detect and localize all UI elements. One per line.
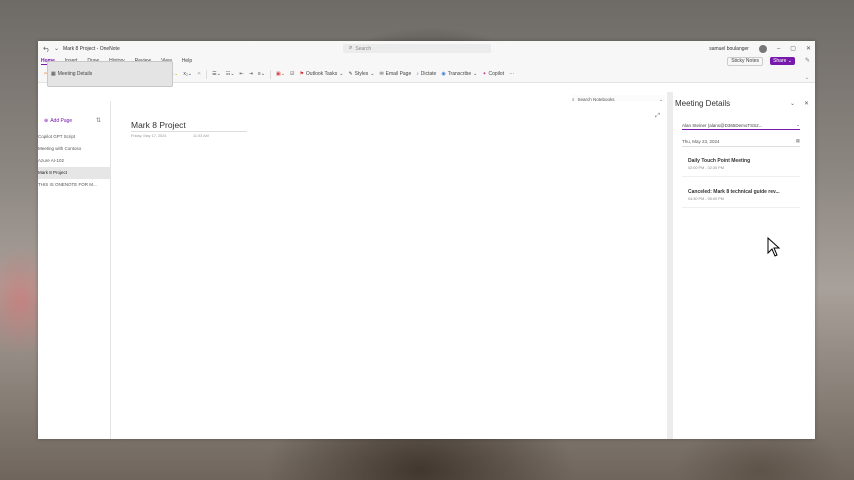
- styles-button[interactable]: ✎ Styles ⌄: [348, 71, 374, 77]
- pen-icon[interactable]: ✎: [805, 57, 810, 64]
- add-page-button[interactable]: ⊕ Add Page: [44, 118, 72, 124]
- add-page-label: Add Page: [50, 118, 73, 124]
- outlook-tasks-button[interactable]: ⚑ Outlook Tasks ⌄: [299, 71, 343, 77]
- minimize-icon[interactable]: –: [777, 46, 780, 52]
- avatar[interactable]: [758, 44, 767, 53]
- tab-help[interactable]: Help: [182, 58, 192, 64]
- content-area: ⊕ Add Page ⇅ Copilot GPT Script Meeting …: [38, 92, 815, 439]
- restore-icon[interactable]: ▢: [790, 45, 796, 52]
- expand-icon[interactable]: ⤢: [655, 113, 660, 120]
- tag-icon[interactable]: ▣⌄: [276, 71, 285, 77]
- copilot-label: Copilot: [488, 71, 505, 77]
- date-value: Thu, May 23, 2024: [682, 138, 720, 144]
- ribbon-divider: [270, 69, 272, 79]
- todo-icon[interactable]: ☑: [290, 71, 294, 77]
- copilot-button[interactable]: ✦ Copilot: [482, 71, 504, 77]
- meeting-time: 02:00 PM - 02:30 PM: [688, 166, 724, 170]
- subscript-icon[interactable]: x₂⌄: [183, 71, 192, 77]
- page-item-mark-8-project[interactable]: Mark 8 Project: [38, 167, 110, 179]
- attendee-select[interactable]: Alan Steiner (alans@D365DemoTSS2... ⌄: [682, 121, 800, 130]
- align-icon[interactable]: ≡⌄: [258, 71, 265, 77]
- clear-format-icon[interactable]: ✕: [197, 71, 201, 77]
- sticky-notes-label: Sticky Notes: [731, 58, 759, 64]
- transcribe-icon: ◉: [441, 71, 446, 77]
- calendar-icon: ▦: [795, 138, 800, 143]
- plus-icon: ⊕: [44, 118, 49, 124]
- more-options-button[interactable]: ···: [509, 71, 514, 77]
- page-item-onenote-for-m[interactable]: THIS IS ONENOTE FOR M...: [38, 179, 110, 191]
- page-item-meeting-with-contoso[interactable]: Meeting with Contoso: [38, 143, 110, 155]
- indent-icon[interactable]: ⇥: [249, 71, 253, 77]
- attendee-value: Alan Steiner (alans@D365DemoTSS2...: [682, 122, 763, 128]
- page-list-pane: ⊕ Add Page ⇅ Copilot GPT Script Meeting …: [38, 101, 111, 439]
- chevron-down-icon[interactable]: ⌄: [790, 100, 795, 107]
- collapse-ribbon-icon[interactable]: ⌄: [805, 75, 809, 81]
- quick-access-chevron-icon[interactable]: ⌄: [54, 45, 59, 52]
- meeting-details-panel: Meeting Details ⌄ ✕ Alan Steiner (alans@…: [673, 92, 815, 439]
- mouse-cursor-icon: [767, 236, 781, 262]
- page-canvas[interactable]: Mark 8 Project Friday, May 17, 2024 11:0…: [111, 101, 667, 439]
- outlook-tasks-label: Outlook Tasks: [305, 71, 338, 77]
- outdent-icon[interactable]: ⇤: [240, 71, 244, 77]
- page-list: Copilot GPT Script Meeting with Contoso …: [38, 131, 110, 191]
- transcribe-label: Transcribe: [447, 71, 472, 77]
- email-page-label: Email Page: [385, 71, 412, 77]
- share-button[interactable]: Share ⌄: [770, 57, 795, 65]
- sort-icon[interactable]: ⇅: [96, 117, 101, 124]
- page-time: 11:03 AM: [193, 134, 209, 138]
- numbering-icon[interactable]: ☷⌄: [226, 71, 235, 77]
- page-date: Friday, May 17, 2024: [131, 134, 167, 138]
- page-item-azure-ai-102[interactable]: Azure AI-102: [38, 155, 110, 167]
- flag-icon: ⚑: [299, 71, 304, 77]
- mail-icon: ✉: [379, 71, 384, 77]
- date-picker[interactable]: Thu, May 23, 2024 ▦: [682, 136, 800, 147]
- window-title: Mark 8 Project - OneNote: [63, 45, 120, 52]
- onenote-window: ⌄ Mark 8 Project - OneNote ⌕ Search samu…: [38, 41, 815, 439]
- styles-icon: ✎: [348, 71, 353, 77]
- meeting-time: 04:30 PM - 05:00 PM: [688, 197, 724, 201]
- email-page-button[interactable]: ✉ Email Page: [379, 71, 411, 77]
- user-name[interactable]: samuel boulanger: [709, 46, 749, 52]
- ribbon: ✂ Calibri⌄ 11⌄ B I U ab A⌄ ✎⌄ x₂⌄ ✕ ☰⌄ ☷…: [38, 61, 815, 87]
- page-item-copilot-gpt-script[interactable]: Copilot GPT Script: [38, 131, 110, 143]
- sticky-notes-button[interactable]: Sticky Notes: [727, 57, 763, 66]
- styles-label: Styles: [354, 71, 369, 77]
- search-box[interactable]: ⌕ Search: [343, 44, 491, 53]
- close-icon[interactable]: ✕: [804, 100, 809, 107]
- meeting-details-button[interactable]: ▦ Meeting Details: [47, 61, 173, 87]
- share-label: Share: [773, 58, 787, 64]
- microphone-icon: ♪: [416, 71, 419, 77]
- undo-icon[interactable]: [43, 46, 50, 52]
- meeting-item[interactable]: Canceled: Mark 8 technical guide rev... …: [682, 185, 800, 208]
- meeting-item[interactable]: Daily Touch Point Meeting 02:00 PM - 02:…: [682, 154, 800, 177]
- copilot-icon: ✦: [482, 71, 487, 77]
- transcribe-button[interactable]: ◉ Transcribe ⌄: [441, 71, 477, 77]
- dictate-button[interactable]: ♪ Dictate: [416, 71, 436, 77]
- dictate-label: Dictate: [420, 71, 437, 77]
- chevron-down-icon: ⌄: [796, 122, 800, 127]
- meeting-panel-title: Meeting Details: [675, 99, 731, 108]
- meeting-title: Canceled: Mark 8 technical guide rev...: [688, 189, 780, 195]
- close-icon[interactable]: ✕: [806, 45, 811, 52]
- ribbon-divider: [206, 69, 208, 79]
- meeting-title: Daily Touch Point Meeting: [688, 158, 751, 164]
- calendar-icon: ▦: [51, 71, 56, 77]
- meeting-details-label: Meeting Details: [57, 71, 93, 77]
- page-title[interactable]: Mark 8 Project: [131, 120, 247, 132]
- title-bar: ⌄ Mark 8 Project - OneNote ⌕ Search samu…: [38, 41, 815, 56]
- bullets-icon[interactable]: ☰⌄: [212, 71, 221, 77]
- search-placeholder: Search: [355, 45, 372, 52]
- search-icon: ⌕: [349, 45, 353, 51]
